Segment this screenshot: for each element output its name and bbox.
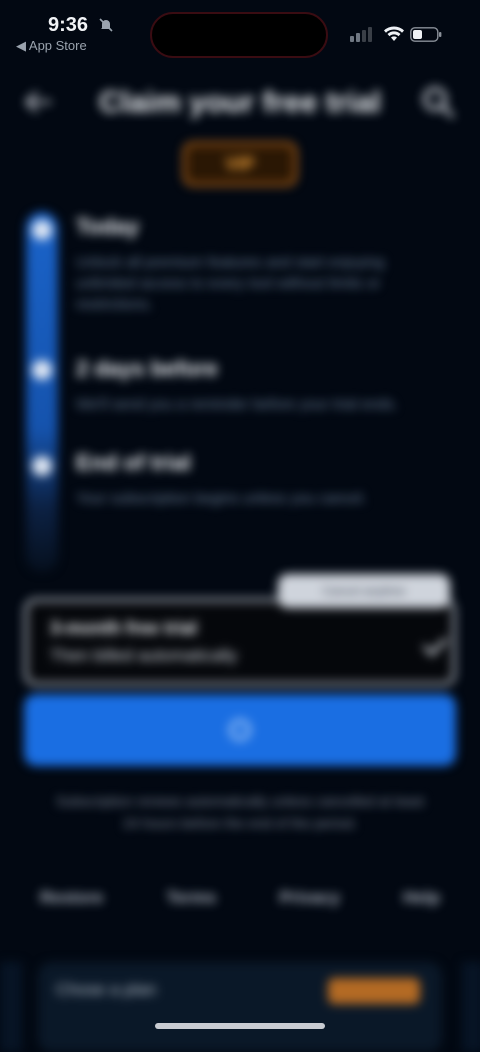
plan-card[interactable]: Chose a plan — [38, 962, 442, 1052]
search-icon — [423, 87, 454, 118]
privacy-link[interactable]: Privacy — [279, 888, 340, 908]
back-button[interactable] — [18, 82, 58, 122]
search-button[interactable] — [418, 82, 458, 122]
home-indicator[interactable] — [155, 1023, 325, 1029]
step-description: Your subscription begins unless you canc… — [76, 490, 367, 507]
page-title: Claim your free trial — [99, 86, 381, 119]
restore-link[interactable]: Restore — [40, 888, 103, 908]
terms-link[interactable]: Terms — [167, 888, 217, 908]
step-title: End of trial — [76, 450, 191, 475]
plan-card-next[interactable] — [462, 962, 480, 1052]
loading-spinner-icon — [229, 719, 251, 741]
step-title: 2 days before — [76, 356, 218, 381]
trial-subtitle: Then billed automatically — [50, 646, 238, 665]
free-trial-option[interactable]: 3-month free trial Then billed automatic… — [24, 598, 456, 686]
timeline-dot — [32, 456, 52, 476]
arrow-left-icon — [24, 91, 52, 113]
timeline-bar — [26, 212, 58, 572]
checkmark-icon — [423, 638, 447, 657]
continue-button[interactable] — [24, 694, 456, 766]
paywall-content: Claim your free trial VIP Today Unlock a… — [0, 0, 480, 1052]
step-description: We'll send you a reminder before your tr… — [76, 396, 398, 413]
step-description: Unlock all premium features and start en… — [76, 254, 385, 313]
help-link[interactable]: Help — [403, 888, 440, 908]
plan-card-prev[interactable] — [0, 962, 22, 1052]
timeline-dot — [32, 360, 52, 380]
plan-tag — [328, 978, 420, 1004]
legal-text: Subscription renews automatically unless… — [55, 793, 425, 831]
trial-title: 3-month free trial — [50, 618, 198, 638]
trial-tooltip: Cancel anytime — [278, 574, 450, 608]
footer-links: Restore Terms Privacy Help — [40, 888, 440, 908]
timeline-dot — [32, 220, 52, 240]
vip-badge: VIP — [183, 142, 297, 186]
plan-label: Chose a plan — [56, 980, 157, 999]
step-title: Today — [76, 214, 140, 239]
